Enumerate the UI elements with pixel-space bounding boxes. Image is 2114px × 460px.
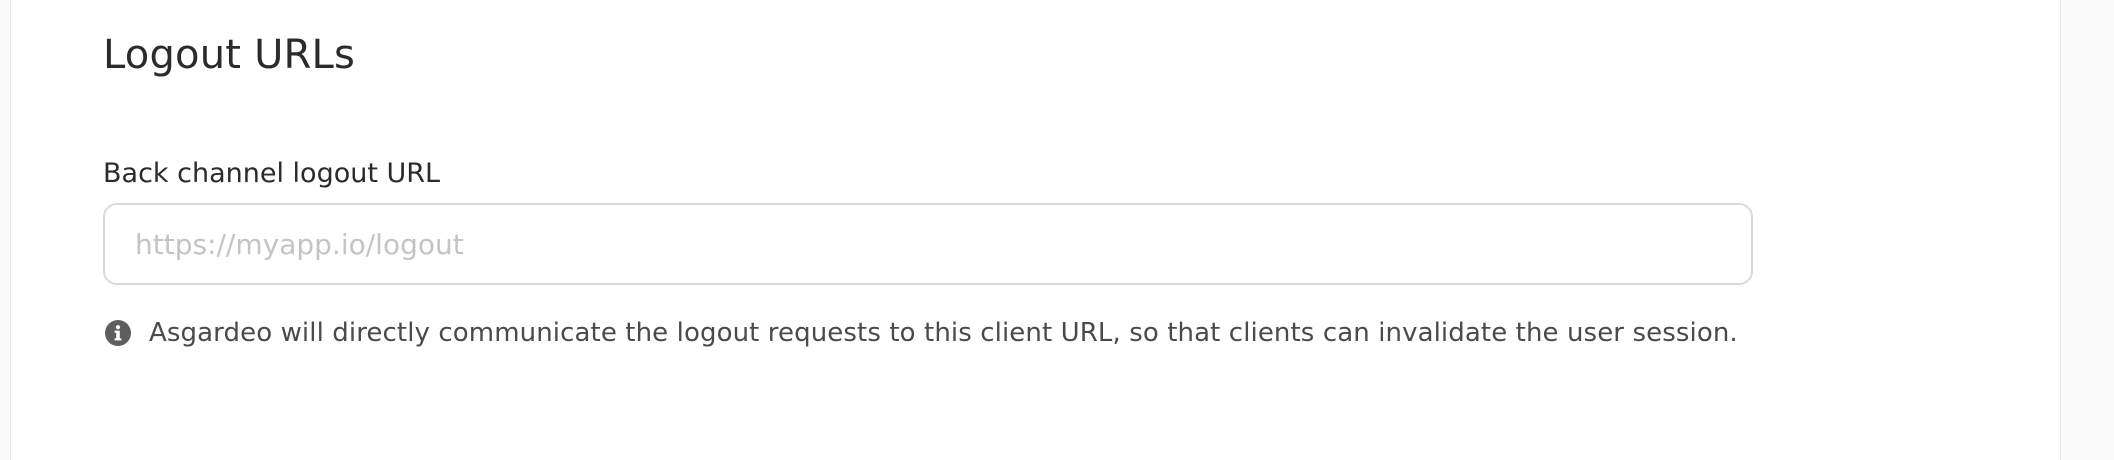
back-channel-logout-label: Back channel logout URL — [103, 158, 441, 189]
field-hint: Asgardeo will directly communicate the l… — [103, 318, 1738, 348]
back-channel-logout-url-input[interactable] — [103, 203, 1753, 285]
info-icon — [103, 318, 133, 348]
settings-panel: Logout URLs Back channel logout URL Asga… — [10, 0, 2061, 460]
section-title: Logout URLs — [103, 32, 356, 78]
hint-text: Asgardeo will directly communicate the l… — [149, 318, 1738, 348]
